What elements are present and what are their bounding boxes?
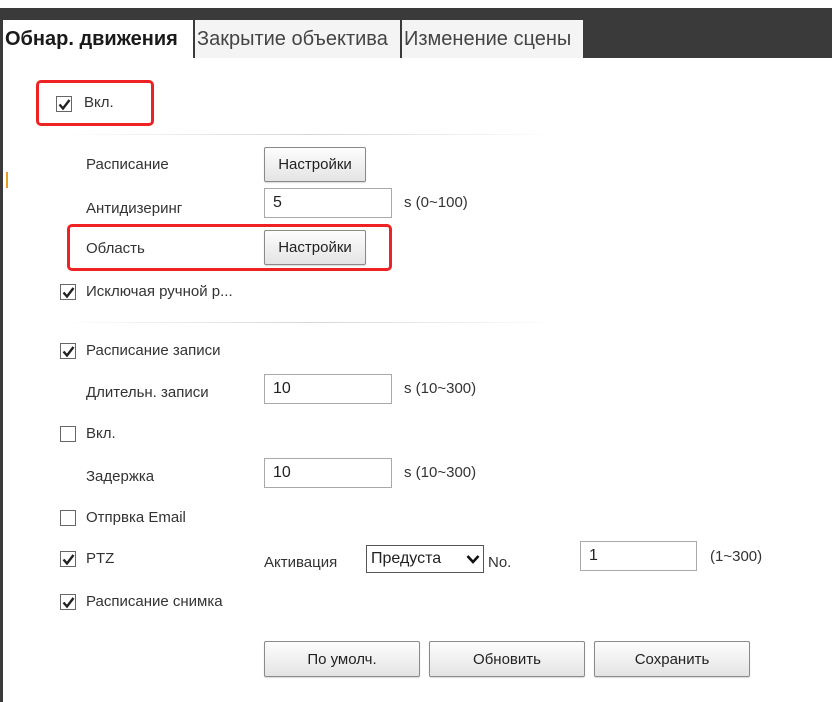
checkmark-icon xyxy=(62,554,75,566)
ptz-activation-select[interactable]: Предуста xyxy=(366,545,484,573)
ptz-no-input[interactable] xyxy=(580,541,697,571)
delay-input[interactable] xyxy=(264,458,392,488)
area-label: Область xyxy=(86,240,145,257)
record-duration-label: Длительн. записи xyxy=(86,384,209,401)
left-border xyxy=(0,0,3,702)
refresh-button[interactable]: Обновить xyxy=(429,641,585,677)
top-strip xyxy=(0,0,832,8)
snapshot-schedule-label: Расписание снимка xyxy=(86,593,223,610)
ptz-no-range: (1~300) xyxy=(710,548,763,565)
divider xyxy=(60,322,560,323)
relay-enable-checkbox[interactable] xyxy=(60,426,76,442)
snapshot-schedule-checkbox[interactable] xyxy=(60,594,76,610)
schedule-label: Расписание xyxy=(86,156,169,173)
send-email-checkbox[interactable] xyxy=(60,510,76,526)
relay-enable-label: Вкл. xyxy=(86,425,116,442)
ptz-activation-value: Предуста xyxy=(371,550,442,567)
record-duration-range: s (10~300) xyxy=(404,380,477,397)
record-duration-input[interactable] xyxy=(264,374,392,404)
ptz-no-label: No. xyxy=(488,554,512,571)
enable-checkbox[interactable] xyxy=(56,96,72,112)
delay-label: Задержка xyxy=(86,468,155,485)
checkmark-icon xyxy=(62,346,75,358)
save-button[interactable]: Сохранить xyxy=(594,641,750,677)
antidither-input[interactable] xyxy=(264,188,392,218)
schedule-settings-button[interactable]: Настройки xyxy=(264,147,366,182)
ptz-label: PTZ xyxy=(86,550,115,567)
default-button[interactable]: По умолч. xyxy=(264,641,420,677)
divider xyxy=(60,134,560,135)
exclude-manual-label: Исключая ручной р... xyxy=(86,283,233,300)
exclude-manual-checkbox[interactable] xyxy=(60,284,76,300)
ptz-activation-label: Активация xyxy=(264,554,338,571)
tab-lens-cover[interactable]: Закрытие объектива xyxy=(195,20,400,58)
tab-motion-detection[interactable]: Обнар. движения xyxy=(3,20,193,58)
ptz-checkbox[interactable] xyxy=(60,551,76,567)
checkmark-icon xyxy=(58,99,71,111)
tab-scene-change[interactable]: Изменение сцены xyxy=(402,20,583,58)
antidither-range: s (0~100) xyxy=(404,194,468,211)
checkmark-icon xyxy=(62,287,75,299)
record-schedule-label: Расписание записи xyxy=(86,342,221,359)
side-accent-mark xyxy=(6,172,8,188)
area-settings-button[interactable]: Настройки xyxy=(264,230,366,265)
record-schedule-checkbox[interactable] xyxy=(60,343,76,359)
enable-label: Вкл. xyxy=(84,94,114,111)
checkmark-icon xyxy=(62,597,75,609)
antidither-label: Антидизеринг xyxy=(86,200,183,217)
delay-range: s (10~300) xyxy=(404,464,477,481)
chevron-down-icon xyxy=(466,555,480,564)
send-email-label: Отпрвка Email xyxy=(86,509,186,526)
